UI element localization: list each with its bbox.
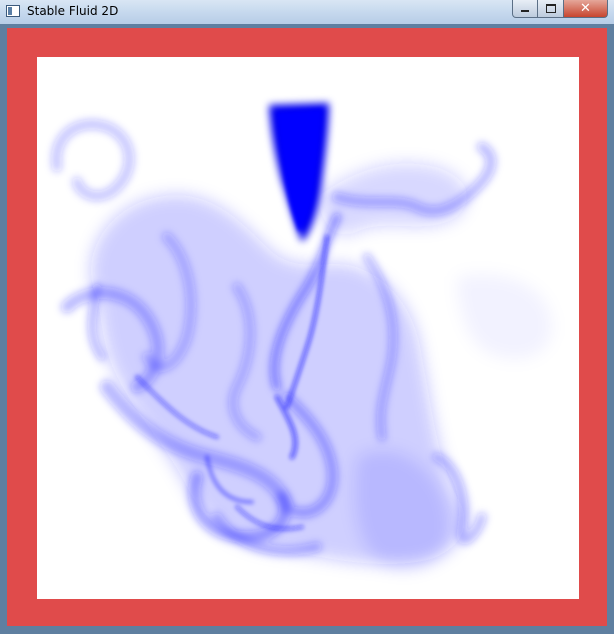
window-controls: ✕ [512,0,608,19]
maximize-icon [545,4,556,13]
fluid-simulation-canvas[interactable] [37,57,579,599]
window-app-icon[interactable] [6,5,20,17]
fluid-dye-field [51,103,552,570]
minimize-icon [521,10,529,12]
maximize-button[interactable] [538,0,564,18]
title-bar[interactable]: Stable Fluid 2D ✕ [0,0,614,25]
close-button[interactable]: ✕ [564,0,608,18]
minimize-button[interactable] [512,0,538,18]
close-icon: ✕ [580,1,591,16]
app-window: Stable Fluid 2D ✕ [0,0,614,634]
dye-source-plume [269,103,329,242]
window-title: Stable Fluid 2D [27,4,119,18]
